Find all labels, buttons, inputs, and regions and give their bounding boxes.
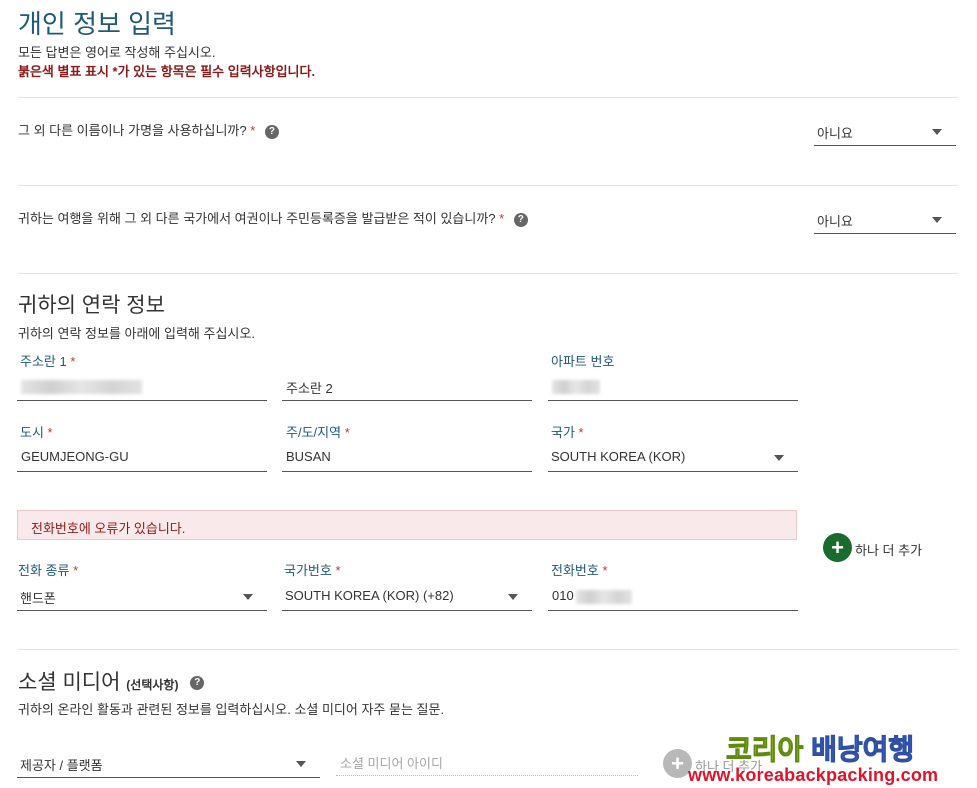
chevron-down-icon bbox=[932, 217, 942, 223]
page-subtitle: 모든 답변은 영어로 작성해 주십시오. bbox=[18, 45, 216, 60]
divider bbox=[18, 185, 958, 186]
help-icon[interactable]: ? bbox=[264, 124, 279, 139]
social-section-subtitle: 귀하의 온라인 활동과 관련된 정보를 입력하십시오. 소셜 미디어 자주 묻는… bbox=[18, 702, 445, 717]
phone-number-input[interactable]: 010 bbox=[548, 582, 798, 611]
chevron-down-icon bbox=[932, 129, 942, 135]
chevron-down-icon bbox=[508, 594, 518, 600]
phone-type-select[interactable]: 핸드폰 bbox=[17, 582, 267, 611]
divider bbox=[18, 649, 958, 650]
redacted-value bbox=[552, 380, 600, 394]
redacted-value bbox=[21, 380, 142, 394]
state-input[interactable]: BUSAN bbox=[282, 443, 532, 472]
divider bbox=[18, 273, 958, 274]
phone-number-label: 전화번호 * bbox=[551, 563, 608, 578]
contact-section-title: 귀하의 연락 정보 bbox=[18, 294, 165, 317]
contact-section-subtitle: 귀하의 연락 정보를 아래에 입력해 주십시오. bbox=[18, 326, 255, 341]
country-code-label: 국가번호 * bbox=[284, 563, 341, 578]
address2-input[interactable]: 주소란 2 bbox=[282, 372, 532, 401]
country-code-select[interactable]: SOUTH KOREA (KOR) (+82) bbox=[282, 582, 532, 611]
phone-error-alert: 전화번호에 오류가 있습니다. bbox=[17, 510, 797, 540]
city-label: 도시 * bbox=[20, 425, 53, 440]
country-select[interactable]: SOUTH KOREA (KOR) bbox=[548, 443, 798, 472]
question-other-names: 그 외 다른 이름이나 가명을 사용하십니까? * ? bbox=[18, 120, 279, 139]
chevron-down-icon bbox=[774, 455, 784, 461]
social-id-input[interactable]: 소셜 미디어 아이디 bbox=[336, 747, 638, 776]
question-label: 귀하는 여행을 위해 그 외 다른 국가에서 여권이나 주민등록증을 발급받은 … bbox=[18, 211, 496, 226]
social-provider-select[interactable]: 제공자 / 플랫폼 bbox=[17, 749, 320, 778]
required-note: 붉은색 별표 표시 *가 있는 항목은 필수 입력사항입니다. bbox=[18, 64, 316, 79]
divider bbox=[18, 97, 958, 98]
watermark-logo: 코리아 배낭여행 bbox=[725, 734, 915, 766]
other-names-select[interactable]: 아니요 bbox=[814, 117, 956, 146]
page-title: 개인 정보 입력 bbox=[18, 9, 176, 39]
select-value: 아니요 bbox=[817, 126, 853, 141]
chevron-down-icon bbox=[296, 761, 306, 767]
address1-label: 주소란 1 * bbox=[20, 354, 76, 369]
apt-input[interactable] bbox=[548, 372, 798, 401]
chevron-down-icon bbox=[243, 594, 253, 600]
redacted-value bbox=[576, 590, 632, 604]
help-icon[interactable]: ? bbox=[513, 212, 528, 227]
select-value: 아니요 bbox=[817, 214, 853, 229]
help-icon[interactable]: ? bbox=[190, 676, 205, 691]
state-label: 주/도/지역 * bbox=[286, 425, 350, 440]
phone-type-label: 전화 종류 * bbox=[18, 563, 79, 578]
required-star: * bbox=[250, 123, 256, 138]
apt-label: 아파트 번호 bbox=[551, 354, 615, 369]
required-star: * bbox=[499, 211, 505, 226]
social-section-title: 소셜 미디어 (선택사항) ? bbox=[18, 666, 205, 696]
country-label: 국가 * bbox=[551, 425, 584, 440]
other-passport-select[interactable]: 아니요 bbox=[814, 205, 956, 234]
address1-input[interactable] bbox=[17, 372, 267, 401]
question-label: 그 외 다른 이름이나 가명을 사용하십니까? bbox=[18, 123, 247, 138]
watermark-url: www.koreabackpacking.com bbox=[688, 765, 939, 785]
question-other-passport: 귀하는 여행을 위해 그 외 다른 국가에서 여권이나 주민등록증을 발급받은 … bbox=[18, 208, 528, 227]
plus-icon: + bbox=[823, 533, 852, 562]
city-input[interactable]: GEUMJEONG-GU bbox=[17, 443, 267, 472]
